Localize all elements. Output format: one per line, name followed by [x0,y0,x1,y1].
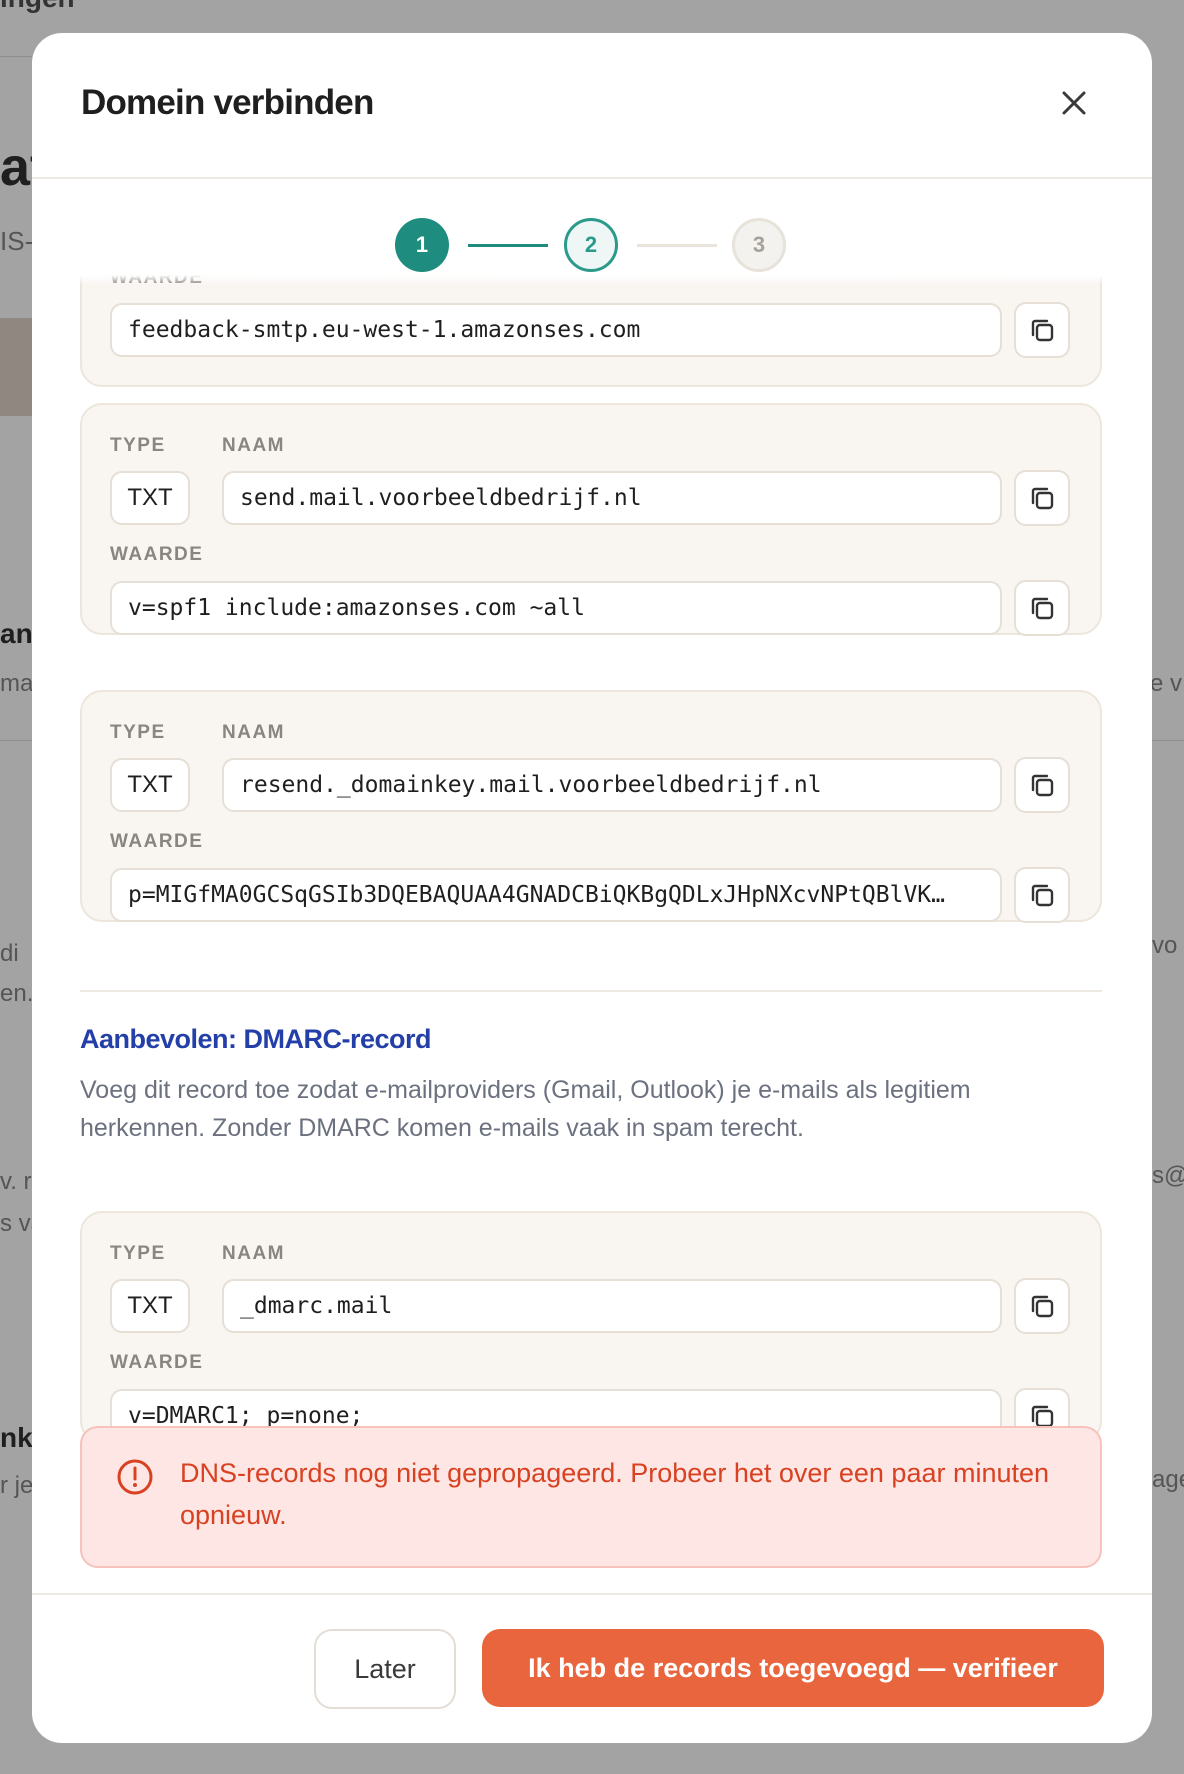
dialog-scroll-area[interactable]: WAARDE feedback-smtp.eu-west-1.amazonses… [32,275,1152,1455]
dns-record-card: TYPE NAAM TXT resend._domainkey.mail.voo… [80,690,1102,923]
bg-fragment: s@ [1152,1162,1184,1189]
bg-fragment: age [1152,1466,1184,1493]
name-label: NAAM [222,435,285,456]
bg-fragment: nk [0,1422,33,1453]
bg-fragment: v. r [0,1168,32,1195]
copy-icon [1031,1295,1054,1318]
copy-name-button[interactable] [1014,1278,1070,1334]
copy-icon [1031,487,1054,510]
dialog-header: Domein verbinden [32,33,1152,179]
type-field[interactable]: TXT [110,758,190,812]
stepper-connector [637,244,717,247]
name-field[interactable]: resend._domainkey.mail.voorbeeldbedrijf.… [222,758,1002,812]
type-field[interactable]: TXT [110,1279,190,1333]
type-field[interactable]: TXT [110,471,190,525]
copy-icon [1031,884,1054,907]
bg-fragment: ma [0,670,34,697]
alert-circle-icon [117,1459,153,1495]
later-button[interactable]: Later [314,1629,456,1709]
name-label: NAAM [222,722,285,743]
section-divider [80,990,1102,992]
connect-domain-dialog: Domein verbinden WAARDE feedback-smtp.eu… [32,33,1152,1743]
close-icon [1062,91,1086,115]
type-label: TYPE [110,722,166,743]
bg-fragment: di [0,940,19,967]
copy-value-button[interactable] [1014,867,1070,923]
dmarc-section-title: Aanbevolen: DMARC-record [80,1024,432,1054]
value-field[interactable]: v=spf1 include:amazonses.com ~all [110,581,1002,635]
alert-message: DNS-records nog niet gepropageerd. Probe… [180,1458,1050,1530]
copy-name-button[interactable] [1014,757,1070,813]
value-label: WAARDE [110,544,204,565]
dialog-footer: Later Ik heb de records toegevoegd — ver… [32,1593,1152,1743]
dialog-title: Domein verbinden [81,83,374,122]
dns-record-card: WAARDE feedback-smtp.eu-west-1.amazonses… [80,275,1102,387]
step-1-completed: 1 [395,218,449,272]
value-label: WAARDE [110,1352,204,1373]
error-alert: DNS-records nog niet gepropageerd. Probe… [80,1426,1102,1568]
bg-fragment: vo [1152,932,1178,959]
close-button[interactable] [1056,85,1092,121]
copy-value-button[interactable] [1014,580,1070,636]
type-label: TYPE [110,435,166,456]
dmarc-section-description: Voeg dit record toe zodat e-mailprovider… [80,1076,971,1142]
copy-value-button[interactable] [1014,302,1070,358]
copy-icon [1031,319,1054,342]
step-2-current: 2 [564,218,618,272]
bg-fragment: e v [1150,670,1183,697]
name-field[interactable]: _dmarc.mail [222,1279,1002,1333]
copy-icon [1031,774,1054,797]
value-field[interactable]: p=MIGfMA0GCSqGSIb3DQEBAQUAA4GNADCBiQKBgQ… [110,868,1002,922]
name-label: NAAM [222,1243,285,1264]
value-field[interactable]: feedback-smtp.eu-west-1.amazonses.com [110,303,1002,357]
bg-fragment: r je [0,1472,34,1499]
bg-fragment: ingen [0,0,75,14]
step-3-upcoming: 3 [732,218,786,272]
type-label: TYPE [110,1243,166,1264]
verify-button[interactable]: Ik heb de records toegevoegd — verifieer [482,1629,1104,1707]
stepper-connector [468,244,548,247]
copy-icon [1031,597,1054,620]
value-label: WAARDE [110,831,204,852]
dns-record-card: TYPE NAAM TXT send.mail.voorbeeldbedrijf… [80,403,1102,636]
dmarc-record-card: TYPE NAAM TXT _dmarc.mail WAARDE v=DMARC… [80,1211,1102,1444]
name-field[interactable]: send.mail.voorbeeldbedrijf.nl [222,471,1002,525]
bg-fragment: IS- [0,226,34,256]
copy-name-button[interactable] [1014,470,1070,526]
bg-fragment: en. [0,980,34,1007]
progress-stepper: 1 2 3 [32,218,1152,278]
